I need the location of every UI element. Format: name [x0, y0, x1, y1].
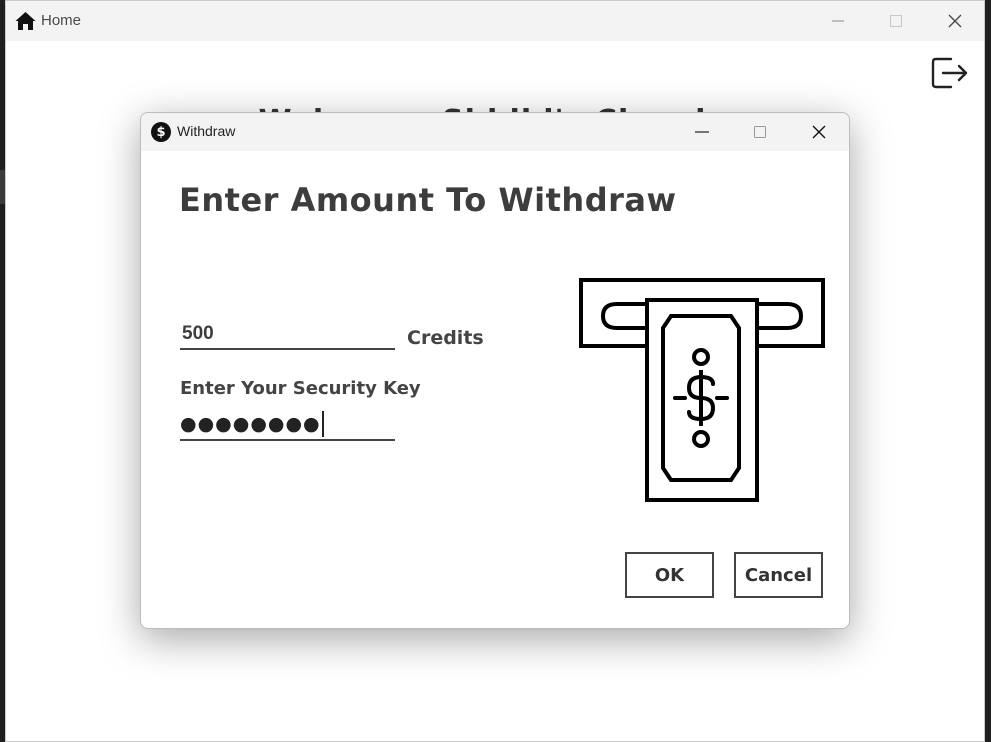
- logout-icon[interactable]: [931, 56, 969, 90]
- home-maximize-button[interactable]: [867, 1, 925, 41]
- security-key-masked-value: ●●●●●●●●: [180, 413, 321, 435]
- withdraw-minimize-button[interactable]: [673, 113, 731, 151]
- close-icon: [948, 14, 962, 28]
- withdraw-close-button[interactable]: [790, 113, 848, 151]
- home-titlebar: Home: [6, 1, 984, 41]
- withdraw-dialog: $ Withdraw Enter Amount To Withdraw Cred…: [140, 112, 850, 629]
- home-close-button[interactable]: [926, 1, 984, 41]
- security-key-label: Enter Your Security Key: [180, 378, 421, 399]
- atm-cash-icon: [579, 278, 825, 502]
- withdraw-dialog-title: Withdraw: [177, 123, 236, 139]
- credits-label: Credits: [407, 327, 484, 349]
- dollar-circle-icon: $: [151, 122, 171, 142]
- withdraw-titlebar: $ Withdraw: [141, 113, 849, 151]
- cancel-button[interactable]: Cancel: [734, 552, 823, 598]
- withdraw-heading: Enter Amount To Withdraw: [179, 181, 677, 219]
- withdraw-maximize-button[interactable]: [731, 113, 789, 151]
- maximize-icon: [754, 126, 766, 138]
- security-key-input[interactable]: ●●●●●●●●: [180, 409, 395, 441]
- maximize-icon: [890, 15, 902, 27]
- text-caret: [321, 411, 324, 437]
- home-icon: [15, 12, 36, 30]
- close-icon: [812, 125, 826, 139]
- home-window-title: Home: [41, 12, 82, 29]
- home-minimize-button[interactable]: [809, 1, 867, 41]
- minimize-icon: [695, 131, 709, 133]
- minimize-icon: [832, 20, 844, 22]
- ok-button[interactable]: OK: [625, 552, 714, 598]
- amount-input[interactable]: [180, 320, 395, 350]
